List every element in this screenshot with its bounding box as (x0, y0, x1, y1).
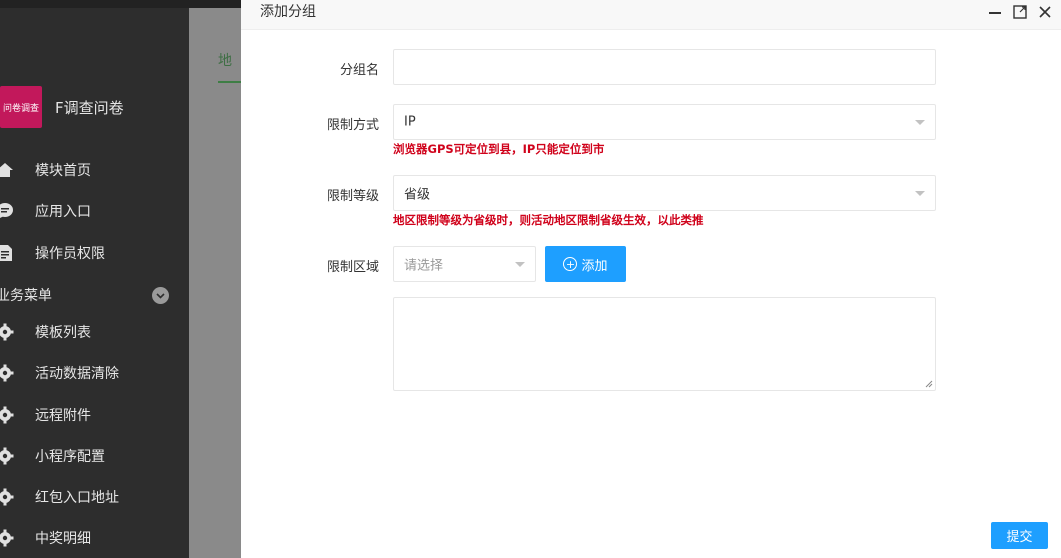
limit-level-hint: 地区限制等级为省级时，则活动地区限制省级生效，以此类推 (393, 213, 704, 227)
resize-handle-icon[interactable] (925, 380, 933, 388)
add-region-button-label: 添加 (581, 258, 608, 274)
sidebar-item-label: 模块首页 (35, 163, 91, 179)
caret-down-icon (515, 262, 525, 267)
backdrop-tab-underline (218, 81, 241, 83)
sidebar-item-prize-details[interactable]: 中奖明细 (0, 523, 189, 553)
backdrop-content (189, 8, 241, 558)
minimize-icon[interactable] (986, 3, 1004, 21)
brand-logo: 问卷调查 (0, 86, 42, 128)
sidebar-group-label: 业务菜单 (0, 288, 52, 304)
limit-method-value: IP (404, 114, 416, 130)
group-name-input[interactable] (393, 49, 936, 85)
limit-method-hint: 浏览器GPS可定位到县，IP只能定位到市 (393, 142, 605, 156)
sidebar-item-mini-program-config[interactable]: 小程序配置 (0, 441, 189, 471)
plus-circle-icon: + (563, 257, 578, 271)
limit-level-value: 省级 (404, 187, 431, 203)
sidebar-item-label: 活动数据清除 (35, 366, 119, 382)
submit-button[interactable]: 提交 (991, 522, 1048, 549)
chevron-down-icon[interactable] (152, 287, 169, 304)
sidebar-item-label: 红包入口地址 (35, 490, 119, 506)
sidebar-item-label: 小程序配置 (35, 449, 105, 465)
sidebar-item-operator-permissions[interactable]: 操作员权限 (0, 238, 189, 268)
limit-region-placeholder: 请选择 (404, 258, 444, 274)
limit-method-select[interactable]: IP (393, 104, 936, 140)
document-icon (0, 244, 14, 262)
home-icon (0, 161, 14, 179)
sidebar-group-business-menu[interactable]: 业务菜单 (0, 280, 189, 310)
sidebar-item-home[interactable]: 模块首页 (0, 155, 189, 185)
dialog-title: 添加分组 (260, 4, 316, 20)
gear-icon (0, 447, 14, 465)
sidebar-item-label: 应用入口 (35, 204, 91, 220)
caret-down-icon (915, 191, 925, 196)
add-group-dialog: 添加分组 分组名 限制方式 IP 浏览器GPS可定位到县，IP只能定位到市 限制… (241, 0, 1061, 558)
sidebar-item-label: 操作员权限 (35, 246, 105, 262)
sidebar-item-label: 模板列表 (35, 325, 91, 341)
sidebar-item-label: 远程附件 (35, 408, 91, 424)
sidebar-item-remote-attachments[interactable]: 远程附件 (0, 400, 189, 430)
close-icon[interactable] (1036, 3, 1054, 21)
gear-icon (0, 323, 14, 341)
limit-region-select[interactable]: 请选择 (393, 246, 536, 282)
brand: 问卷调查 F调查问卷 (0, 86, 124, 128)
sidebar: 问卷调查 F调查问卷 模块首页 应用入口 操作员权限 业务菜单 模板列表 活动数… (0, 0, 189, 558)
sidebar-item-clear-activity-data[interactable]: 活动数据清除 (0, 358, 189, 388)
gear-icon (0, 364, 14, 382)
sidebar-topbar (0, 0, 189, 8)
maximize-icon[interactable] (1011, 3, 1029, 21)
brand-name: F调查问卷 (55, 98, 124, 117)
add-region-button[interactable]: + 添加 (545, 246, 626, 282)
sidebar-item-template-list[interactable]: 模板列表 (0, 317, 189, 347)
limit-region-label: 限制区域 (326, 260, 379, 275)
gear-icon (0, 488, 14, 506)
gear-icon (0, 529, 14, 547)
sidebar-item-red-packet-entry[interactable]: 红包入口地址 (0, 482, 189, 512)
backdrop-tab: 地 (218, 53, 232, 69)
group-name-label: 分组名 (339, 63, 379, 78)
chat-bubble-icon (0, 202, 14, 220)
limit-method-label: 限制方式 (326, 118, 379, 133)
sidebar-item-app-entry[interactable]: 应用入口 (0, 196, 189, 226)
limit-level-label: 限制等级 (326, 189, 379, 204)
backdrop-topbar (189, 0, 241, 8)
sidebar-item-label: 中奖明细 (35, 531, 91, 547)
caret-down-icon (915, 120, 925, 125)
dialog-header: 添加分组 (241, 0, 1061, 30)
gear-icon (0, 406, 14, 424)
limit-level-select[interactable]: 省级 (393, 175, 936, 211)
region-list-textarea[interactable] (393, 297, 936, 391)
